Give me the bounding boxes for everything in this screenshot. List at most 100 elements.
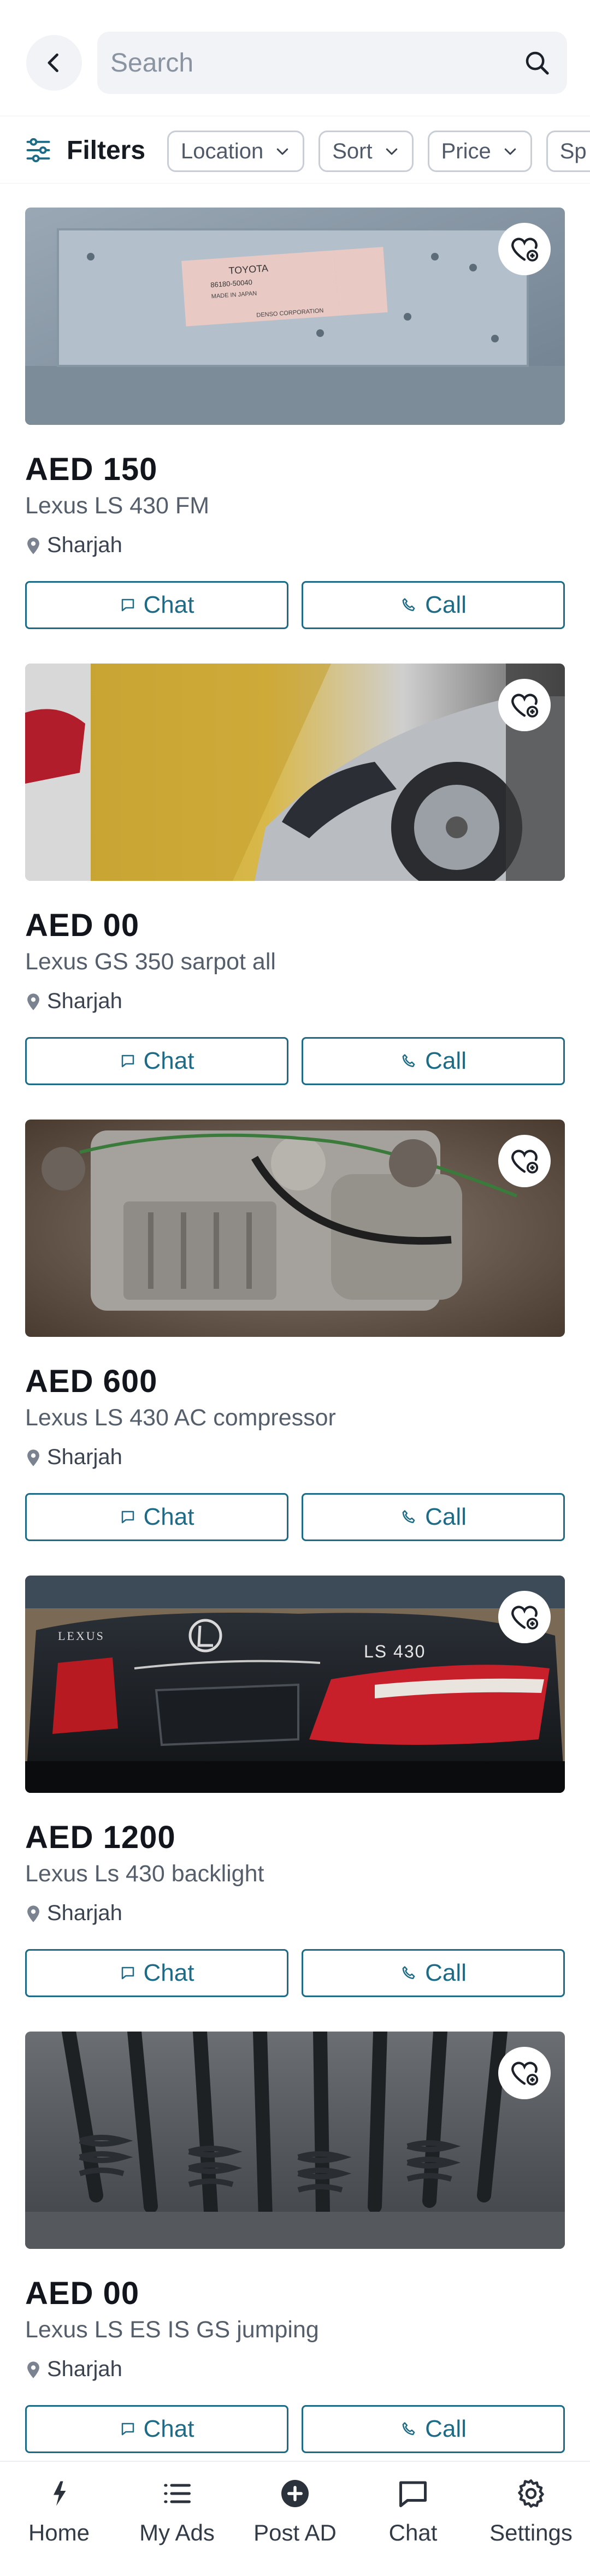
location-label: Sharjah [47,2357,122,2381]
listing-image [25,2032,565,2249]
chip-label: Location [181,139,264,163]
call-button[interactable]: Call [302,2405,565,2453]
nav-chat[interactable]: Chat [354,2477,472,2546]
listing-location: Sharjah [25,533,122,558]
listing-title: Lexus Ls 430 backlight [25,1861,264,1887]
list-icon [164,2484,191,2503]
chat-button[interactable]: Chat [25,1037,288,1085]
filter-chip-more[interactable]: Sp [546,131,590,172]
favorite-button[interactable] [498,1135,551,1187]
nav-post-ad[interactable]: Post AD [236,2477,354,2546]
listing-price: AED 150 [25,452,158,487]
search-icon[interactable] [522,48,552,78]
listing-price: AED 00 [25,2276,140,2311]
filter-chip-sort[interactable]: Sort [318,131,414,172]
favorite-button[interactable] [498,1591,551,1643]
listing-photo[interactable]: TOYOTA 86180-50040 MADE IN JAPAN DENSO C… [25,208,565,425]
location-label: Sharjah [47,1901,122,1925]
filters-button[interactable]: Filters [24,134,145,167]
favorite-button[interactable] [498,223,551,275]
map-pin-icon [27,1449,39,1466]
nav-label: Chat [388,2520,438,2545]
filters-bar: Filters Location Sort Price Sp [0,116,590,183]
listing-photo[interactable] [25,1120,565,1337]
sliders-icon [26,138,50,163]
nav-settings[interactable]: Settings [472,2477,590,2546]
call-button[interactable]: Call [302,1949,565,1997]
chat-button[interactable]: Chat [25,1949,288,1997]
chevron-down-icon [504,148,516,155]
chevron-down-icon [386,148,397,155]
call-button[interactable]: Call [302,1037,565,1085]
plus-circle-icon [281,2480,309,2507]
listing-card[interactable]: AED 00 Lexus GS 350 sarpot all Sharjah C… [25,664,565,1085]
chat-label: Chat [143,591,194,618]
heart-plus-icon [511,1606,539,1630]
gear-icon [518,2479,544,2508]
map-pin-icon [27,1905,39,1922]
location-label: Sharjah [47,989,122,1013]
top-bar [0,0,590,107]
listing-photo[interactable]: LEXUS LS 430 [25,1576,565,1793]
call-label: Call [425,1959,467,1986]
nav-my-ads[interactable]: My Ads [118,2477,236,2546]
map-pin-icon [27,2361,39,2378]
nav-label: Home [28,2520,90,2545]
heart-plus-icon [511,2062,539,2086]
listing-location: Sharjah [25,1445,122,1470]
nav-label: Post AD [253,2520,337,2545]
chevron-left-icon [48,53,58,73]
nav-label: My Ads [139,2520,215,2545]
listing-location: Sharjah [25,1901,122,1926]
call-label: Call [425,1503,467,1530]
phone-icon [402,598,415,611]
map-pin-icon [27,993,39,1010]
favorite-button[interactable] [498,679,551,731]
call-label: Call [425,2415,467,2442]
chat-bubble-icon [399,2481,427,2507]
call-label: Call [425,1047,467,1074]
phone-icon [402,1966,415,1979]
listing-title: Lexus LS ES IS GS jumping [25,2317,319,2343]
listing-title: Lexus LS 430 AC compressor [25,1405,336,1431]
chat-icon [121,599,134,612]
phone-icon [402,2422,415,2435]
listing-title: Lexus GS 350 sarpot all [25,949,276,975]
heart-plus-icon [511,1150,539,1174]
listing-card[interactable]: AED 600 Lexus LS 430 AC compressor Sharj… [25,1120,565,1541]
chat-button[interactable]: Chat [25,2405,288,2453]
location-label: Sharjah [47,1445,122,1469]
chat-button[interactable]: Chat [25,581,288,629]
nav-label: Settings [489,2520,573,2545]
chat-label: Chat [143,1503,194,1530]
listing-photo[interactable] [25,664,565,881]
listing-card[interactable]: TOYOTA 86180-50040 MADE IN JAPAN DENSO C… [25,208,565,629]
call-button[interactable]: Call [302,581,565,629]
chat-icon [121,1055,134,1068]
search-input[interactable] [110,32,504,94]
filter-chip-location[interactable]: Location [167,131,305,172]
chat-icon [121,1967,134,1980]
chat-label: Chat [143,1959,194,1986]
nav-home[interactable]: Home [0,2477,118,2546]
chat-icon [121,2423,134,2436]
listing-card[interactable]: LEXUS LS 430 AED 1200 Lexus Ls 430 backl… [25,1576,565,1997]
listing-photo[interactable] [25,2032,565,2249]
heart-plus-icon [511,238,539,262]
map-pin-icon [27,537,39,554]
favorite-button[interactable] [498,2047,551,2099]
chat-button[interactable]: Chat [25,1493,288,1541]
filter-chip-price[interactable]: Price [427,131,532,172]
heart-plus-icon [511,694,539,718]
listing-image [25,1120,565,1337]
filters-label: Filters [67,135,146,165]
call-button[interactable]: Call [302,1493,565,1541]
filter-chips: Location Sort Price Sp [167,131,590,172]
listing-location: Sharjah [25,989,122,1014]
badge-text: LS 430 [364,1642,426,1661]
listing-price: AED 00 [25,908,140,943]
search-bar[interactable] [97,32,567,94]
listing-card[interactable]: AED 00 Lexus LS ES IS GS jumping Sharjah… [25,2032,565,2453]
listing-image: LEXUS LS 430 [25,1576,565,1793]
back-button[interactable] [26,35,82,91]
